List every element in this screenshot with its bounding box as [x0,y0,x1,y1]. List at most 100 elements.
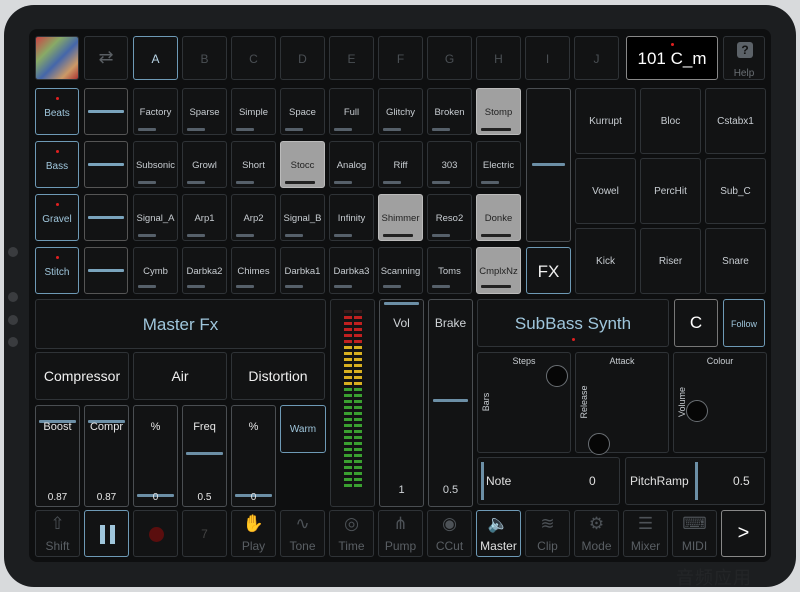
pad-snare[interactable]: Snare [705,228,766,294]
scene-button-f[interactable]: F [378,36,423,80]
track-volume-handle[interactable] [88,216,124,219]
fx-param-fader[interactable]: % 0 [133,405,178,507]
toolbar-pump-button[interactable]: ⋔ Pump [378,510,423,557]
track-volume-fader[interactable] [84,247,128,294]
clip-space[interactable]: Space [280,88,325,135]
pitchramp-slider[interactable]: PitchRamp 0.5 [625,457,765,505]
clip-growl[interactable]: Growl [182,141,227,188]
pad-cstabx1[interactable]: Cstabx1 [705,88,766,154]
artwork-thumbnail[interactable] [35,36,79,80]
clip-signal_b[interactable]: Signal_B [280,194,325,241]
toolbar-play-button[interactable]: ✋ Play [231,510,276,557]
track-volume-handle[interactable] [88,269,124,272]
track-button-stitch[interactable]: Stitch [35,247,79,294]
master-fx-header[interactable]: Master Fx [35,299,326,349]
synth-header[interactable]: SubBass Synth [477,299,669,347]
toolbar-shift-button[interactable]: ⇧ Shift [35,510,80,557]
scene-button-d[interactable]: D [280,36,325,80]
toolbar-midi-button[interactable]: ⌨ MIDI [672,510,717,557]
track-volume-handle[interactable] [88,163,124,166]
scene-button-g[interactable]: G [427,36,472,80]
xy-pad-colour[interactable]: Colour Volume [673,352,767,453]
note-slider[interactable]: Note 0 [477,457,620,505]
scene-button-h[interactable]: H [476,36,521,80]
clip-factory[interactable]: Factory [133,88,178,135]
fx-param-fader[interactable]: Freq 0.5 [182,405,227,507]
toolbar-mode-button[interactable]: ⚙ Mode [574,510,619,557]
clip-signal_a[interactable]: Signal_A [133,194,178,241]
clip-scanning[interactable]: Scanning [378,247,423,294]
scene-button-a[interactable]: A [133,36,178,80]
scene-button-b[interactable]: B [182,36,227,80]
pad-kurrupt[interactable]: Kurrupt [575,88,636,154]
clip-broken[interactable]: Broken [427,88,472,135]
toolbar-btn-button[interactable]: 7 [182,510,227,557]
scene-button-j[interactable]: J [574,36,619,80]
track-button-beats[interactable]: Beats [35,88,79,135]
fx-param-fader[interactable]: % 0 [231,405,276,507]
pad-bloc[interactable]: Bloc [640,88,701,154]
pad-kick[interactable]: Kick [575,228,636,294]
fx-param-fader[interactable]: Boost 0.87 [35,405,80,507]
clip-darbka3[interactable]: Darbka3 [329,247,374,294]
clip-arp1[interactable]: Arp1 [182,194,227,241]
tempo-key-display[interactable]: 101 C_m [626,36,718,80]
fx-button[interactable]: FX [526,247,571,294]
toolbar-master-button[interactable]: 🔈 Master [476,510,521,557]
track-button-gravel[interactable]: Gravel [35,194,79,241]
toolbar-record-button[interactable] [133,510,178,557]
toolbar-pause-button[interactable] [84,510,129,557]
clip-darbka1[interactable]: Darbka1 [280,247,325,294]
toolbar-next-button[interactable]: > [721,510,766,557]
track-volume-fader[interactable] [84,194,128,241]
effect-distortion[interactable]: Distortion [231,352,325,400]
track-volume-handle[interactable] [88,110,124,113]
follow-toggle[interactable]: Follow [723,299,765,347]
toolbar-mixer-button[interactable]: ☰ Mixer [623,510,668,557]
toolbar-time-button[interactable]: ◎ Time [329,510,374,557]
clip-sparse[interactable]: Sparse [182,88,227,135]
synth-key-button[interactable]: C [674,299,718,347]
brake-fader[interactable]: Brake 0.5 [428,299,473,507]
pad-perchit[interactable]: PercHit [640,158,701,224]
clip-303[interactable]: 303 [427,141,472,188]
xy-handle[interactable] [546,365,568,387]
scene-button-c[interactable]: C [231,36,276,80]
scene-button-i[interactable]: I [525,36,570,80]
clip-full[interactable]: Full [329,88,374,135]
clip-analog[interactable]: Analog [329,141,374,188]
note-handle[interactable] [481,462,484,500]
track-volume-fader[interactable] [84,141,128,188]
clip-reso2[interactable]: Reso2 [427,194,472,241]
xy-handle[interactable] [588,433,610,455]
track-button-bass[interactable]: Bass [35,141,79,188]
pitchramp-handle[interactable] [695,462,698,500]
toolbar-clip-button[interactable]: ≋ Clip [525,510,570,557]
clip-arp2[interactable]: Arp2 [231,194,276,241]
clip-stocc[interactable]: Stocc [280,141,325,188]
pad-sub_c[interactable]: Sub_C [705,158,766,224]
clip-simple[interactable]: Simple [231,88,276,135]
clip-chimes[interactable]: Chimes [231,247,276,294]
clip-darbka2[interactable]: Darbka2 [182,247,227,294]
pad-vowel[interactable]: Vowel [575,158,636,224]
toolbar-ccut-button[interactable]: ◉ CCut [427,510,472,557]
xy-pad-attack[interactable]: Attack Release [575,352,669,455]
warm-toggle[interactable]: Warm [280,405,326,453]
help-button[interactable]: ? Help [723,36,765,80]
clip-riff[interactable]: Riff [378,141,423,188]
volume-fader[interactable]: Vol 1 [379,299,424,507]
swap-button[interactable]: ⇄ [84,36,128,80]
xy-pad-steps[interactable]: Steps Bars [477,352,571,453]
volume-handle[interactable] [384,302,419,305]
brake-handle[interactable] [433,399,468,402]
scene-button-e[interactable]: E [329,36,374,80]
clip-toms[interactable]: Toms [427,247,472,294]
pad-riser[interactable]: Riser [640,228,701,294]
clip-shimmer[interactable]: Shimmer [378,194,423,241]
clip-subsonic[interactable]: Subsonic [133,141,178,188]
crossfader-handle[interactable] [532,163,565,166]
track-volume-fader[interactable] [84,88,128,135]
clip-cymb[interactable]: Cymb [133,247,178,294]
fx-param-handle[interactable] [186,452,223,455]
